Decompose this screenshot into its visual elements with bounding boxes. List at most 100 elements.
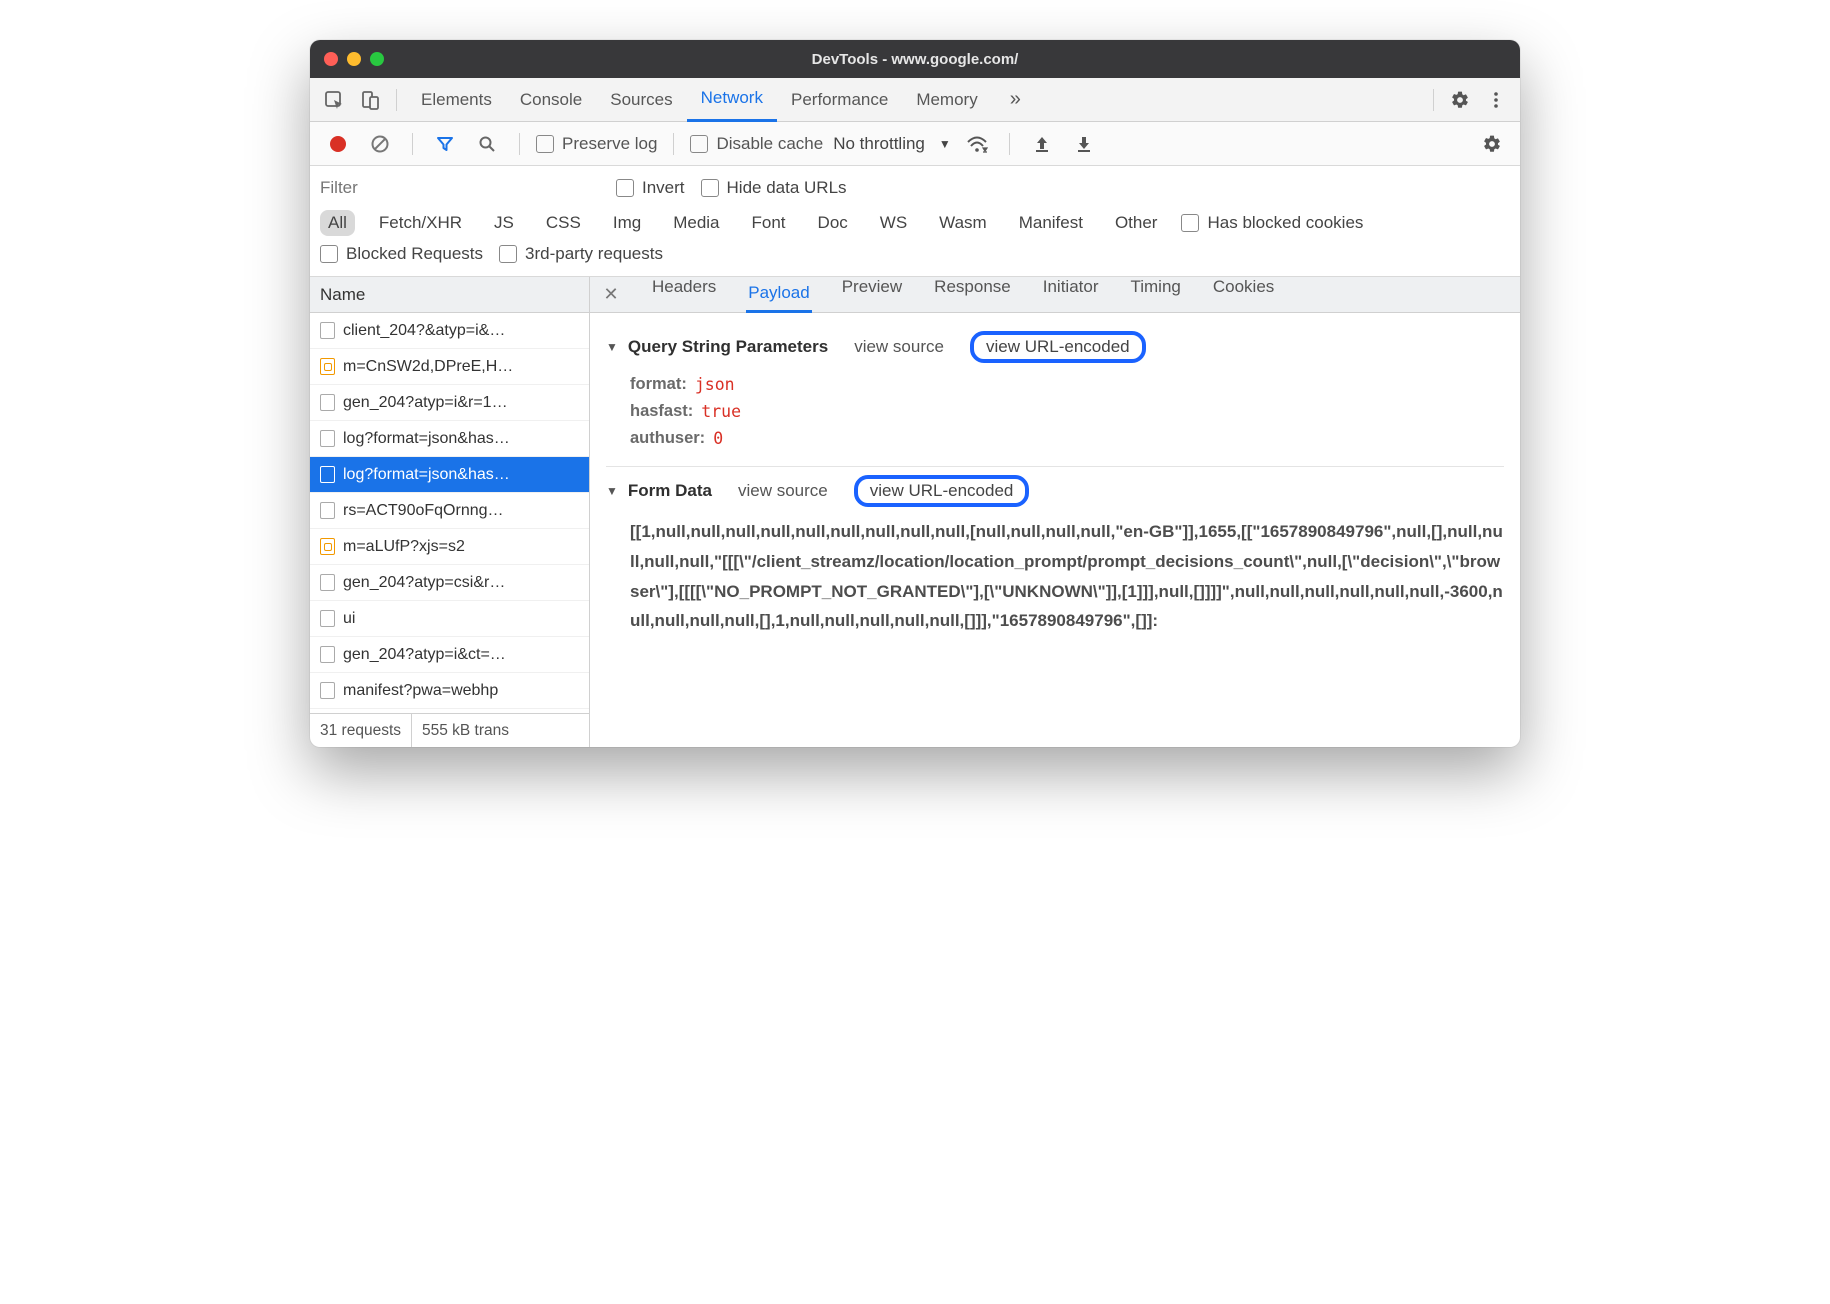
separator <box>673 133 674 155</box>
blocked-requests-checkbox[interactable]: Blocked Requests <box>320 244 483 264</box>
request-row[interactable]: client_204?&atyp=i&… <box>310 313 589 349</box>
document-file-icon <box>320 466 335 483</box>
detail-tab-preview[interactable]: Preview <box>840 277 904 313</box>
script-file-icon <box>320 358 335 375</box>
preserve-log-checkbox[interactable]: Preserve log <box>536 134 657 154</box>
maximize-window-button[interactable] <box>370 52 384 66</box>
detail-tab-payload[interactable]: Payload <box>746 277 811 313</box>
main-tab-performance[interactable]: Performance <box>777 78 902 122</box>
detail-tab-timing[interactable]: Timing <box>1128 277 1182 313</box>
filter-type-img[interactable]: Img <box>605 210 649 236</box>
blocked-requests-label: Blocked Requests <box>346 244 483 264</box>
detail-tab-headers[interactable]: Headers <box>650 277 718 313</box>
devtools-window: DevTools - www.google.com/ ElementsConso… <box>310 40 1520 747</box>
detail-tab-response[interactable]: Response <box>932 277 1013 313</box>
qsp-view-url-encoded[interactable]: view URL-encoded <box>970 331 1146 363</box>
request-label: ui <box>343 610 355 628</box>
main-tab-elements[interactable]: Elements <box>407 78 506 122</box>
query-param-key: hasfast: <box>630 402 693 421</box>
main-tab-memory[interactable]: Memory <box>902 78 991 122</box>
request-row[interactable]: rs=ACT90oFqOrnng… <box>310 493 589 529</box>
request-row[interactable]: gen_204?atyp=csi&r… <box>310 565 589 601</box>
query-param-row: authuser:0 <box>630 425 1504 452</box>
filter-type-wasm[interactable]: Wasm <box>931 210 995 236</box>
download-har-icon[interactable] <box>1068 128 1100 160</box>
settings-gear-icon[interactable] <box>1444 84 1476 116</box>
close-window-button[interactable] <box>324 52 338 66</box>
window-title: DevTools - www.google.com/ <box>310 51 1520 68</box>
filter-type-manifest[interactable]: Manifest <box>1011 210 1091 236</box>
query-param-value: true <box>701 402 741 421</box>
disclosure-triangle-icon[interactable]: ▼ <box>606 340 618 354</box>
filter-type-media[interactable]: Media <box>665 210 727 236</box>
disable-cache-checkbox[interactable]: Disable cache <box>690 134 823 154</box>
invert-label: Invert <box>642 178 685 198</box>
status-transfer-size: 555 kB trans <box>412 714 519 747</box>
has-blocked-cookies-checkbox[interactable]: Has blocked cookies <box>1181 213 1363 233</box>
search-icon[interactable] <box>471 128 503 160</box>
network-conditions-icon[interactable] <box>961 128 993 160</box>
filter-type-css[interactable]: CSS <box>538 210 589 236</box>
device-toggle-icon[interactable] <box>354 84 386 116</box>
main-tabs-bar: ElementsConsoleSourcesNetworkPerformance… <box>310 78 1520 122</box>
filter-type-all[interactable]: All <box>320 210 355 236</box>
request-row[interactable]: gen_204?atyp=i&ct=… <box>310 637 589 673</box>
status-bar: 31 requests 555 kB trans <box>310 713 589 747</box>
filter-type-font[interactable]: Font <box>744 210 794 236</box>
query-param-value: json <box>695 375 735 394</box>
request-row[interactable]: manifest?pwa=webhp <box>310 673 589 709</box>
request-list-header[interactable]: Name <box>310 277 589 313</box>
more-tabs-button[interactable]: » <box>996 78 1035 122</box>
detail-tab-initiator[interactable]: Initiator <box>1041 277 1101 313</box>
close-detail-icon[interactable]: ✕ <box>600 284 622 305</box>
form-data-title: Form Data <box>628 481 712 501</box>
document-file-icon <box>320 682 335 699</box>
minimize-window-button[interactable] <box>347 52 361 66</box>
hide-data-urls-checkbox[interactable]: Hide data URLs <box>701 178 847 198</box>
filter-input[interactable] <box>320 174 600 202</box>
detail-tabs: ✕ Headers Payload Preview Response Initiator… <box>590 277 1520 313</box>
main-tab-console[interactable]: Console <box>506 78 596 122</box>
form-view-source[interactable]: view source <box>738 481 828 501</box>
separator <box>1009 133 1010 155</box>
record-button[interactable] <box>322 128 354 160</box>
request-label: client_204?&atyp=i&… <box>343 322 505 340</box>
request-row[interactable]: gen_204?atyp=i&r=1… <box>310 385 589 421</box>
kebab-menu-icon[interactable] <box>1480 84 1512 116</box>
request-label: gen_204?atyp=csi&r… <box>343 574 505 592</box>
titlebar: DevTools - www.google.com/ <box>310 40 1520 78</box>
document-file-icon <box>320 394 335 411</box>
network-settings-gear-icon[interactable] <box>1476 128 1508 160</box>
document-file-icon <box>320 610 335 627</box>
request-row[interactable]: log?format=json&has… <box>310 421 589 457</box>
detail-body: ▼ Query String Parameters view source vi… <box>590 313 1520 747</box>
filter-type-fetch-xhr[interactable]: Fetch/XHR <box>371 210 470 236</box>
filter-toggle-icon[interactable] <box>429 128 461 160</box>
inspect-icon[interactable] <box>318 84 350 116</box>
filter-type-doc[interactable]: Doc <box>810 210 856 236</box>
disclosure-triangle-icon[interactable]: ▼ <box>606 484 618 498</box>
main-tab-sources[interactable]: Sources <box>596 78 686 122</box>
invert-checkbox[interactable]: Invert <box>616 178 685 198</box>
form-data-body: [[1,null,null,null,null,null,null,null,n… <box>606 507 1504 636</box>
request-row[interactable]: ui <box>310 601 589 637</box>
upload-har-icon[interactable] <box>1026 128 1058 160</box>
chevron-down-icon: ▼ <box>939 137 951 151</box>
qsp-view-source[interactable]: view source <box>854 337 944 357</box>
third-party-checkbox[interactable]: 3rd-party requests <box>499 244 663 264</box>
form-view-url-encoded[interactable]: view URL-encoded <box>854 475 1030 507</box>
request-row[interactable]: log?format=json&has… <box>310 457 589 493</box>
filter-type-ws[interactable]: WS <box>872 210 915 236</box>
throttling-select[interactable]: No throttling ▼ <box>833 134 951 154</box>
traffic-lights <box>324 52 384 66</box>
request-list-pane: Name client_204?&atyp=i&… m=CnSW2d,DPreE,… <box>310 277 590 747</box>
request-label: m=aLUfP?xjs=s2 <box>343 538 465 556</box>
request-row[interactable]: m=aLUfP?xjs=s2 <box>310 529 589 565</box>
filter-type-js[interactable]: JS <box>486 210 522 236</box>
request-row[interactable]: m=CnSW2d,DPreE,H… <box>310 349 589 385</box>
network-toolbar: Preserve log Disable cache No throttling… <box>310 122 1520 166</box>
main-tab-network[interactable]: Network <box>687 78 777 122</box>
clear-icon[interactable] <box>364 128 396 160</box>
filter-type-other[interactable]: Other <box>1107 210 1166 236</box>
detail-tab-cookies[interactable]: Cookies <box>1211 277 1276 313</box>
